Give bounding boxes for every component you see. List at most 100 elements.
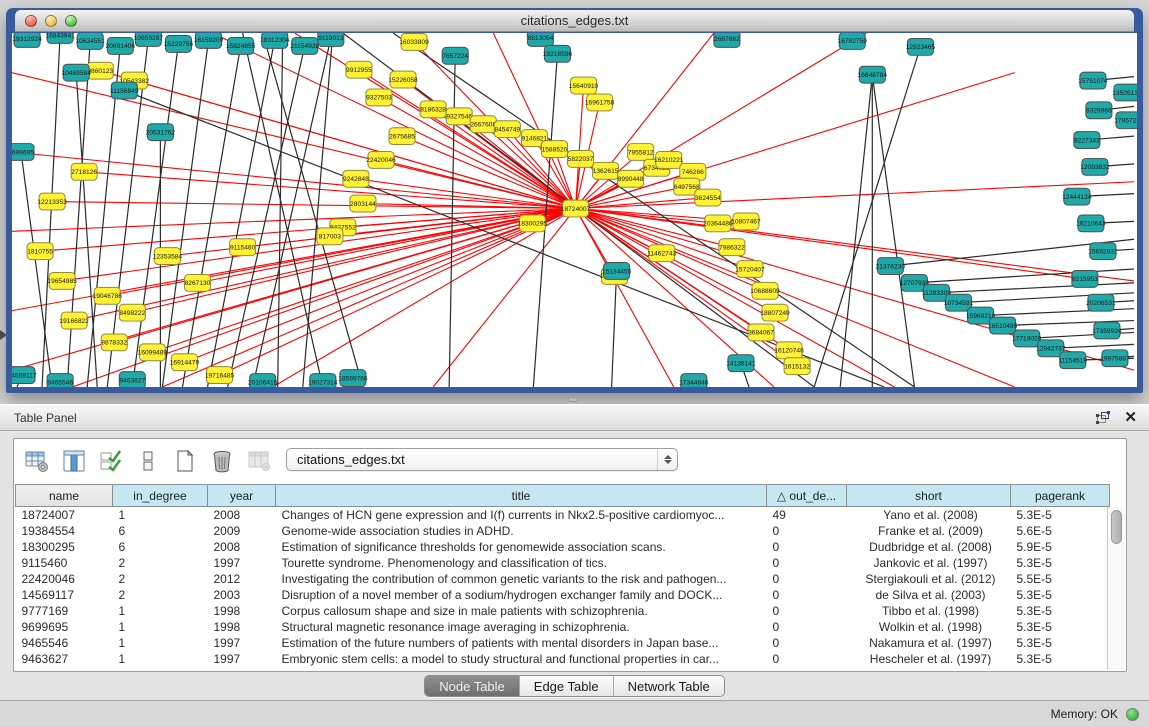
cell-short[interactable]: de Silva et al. (2003)	[847, 587, 1011, 603]
cell-out_degree[interactable]: 0	[767, 635, 847, 651]
cell-pagerank[interactable]: 5.6E-5	[1011, 523, 1110, 539]
cell-name[interactable]: 19384554	[16, 523, 113, 539]
network-node[interactable]: 1588520	[541, 141, 567, 158]
cell-in_degree[interactable]: 1	[113, 635, 208, 651]
cell-title[interactable]: Structural magnetic resonance image aver…	[276, 619, 767, 635]
network-node[interactable]: 9463627	[119, 372, 145, 387]
cell-in_degree[interactable]: 2	[113, 555, 208, 571]
network-node[interactable]: 21376230	[876, 258, 906, 275]
column-header-pagerank[interactable]: pagerank	[1011, 485, 1110, 507]
cell-name[interactable]: 9777169	[16, 603, 113, 619]
cell-title[interactable]: Embryonic stem cells: a model to study s…	[276, 651, 767, 667]
cell-name[interactable]: 9465546	[16, 635, 113, 651]
table-row[interactable]: 946362711997Embryonic stem cells: a mode…	[16, 651, 1110, 667]
network-node[interactable]: 7955812	[628, 144, 654, 161]
network-node[interactable]: 19166822	[59, 312, 89, 329]
table-row[interactable]: 1872400712008Changes of HCN gene express…	[16, 507, 1110, 523]
cell-short[interactable]: Dudbridge et al. (2008)	[847, 539, 1011, 555]
cell-short[interactable]: Jankovic et al. (1997)	[847, 555, 1011, 571]
cell-pagerank[interactable]: 5.5E-5	[1011, 571, 1110, 587]
network-node[interactable]: 3684067	[748, 324, 774, 341]
cell-in_degree[interactable]: 2	[113, 571, 208, 587]
tab-node-table[interactable]: Node Table	[425, 676, 519, 696]
table-row[interactable]: 946554611997Estimation of the future num…	[16, 635, 1110, 651]
cell-name[interactable]: 18300295	[16, 539, 113, 555]
cell-year[interactable]: 1997	[208, 651, 276, 667]
float-panel-icon[interactable]	[1096, 411, 1110, 424]
column-header-out_degree[interactable]: △ out_de...	[767, 485, 847, 507]
cell-in_degree[interactable]: 6	[113, 523, 208, 539]
network-node[interactable]: 10469584	[61, 64, 91, 81]
cell-out_degree[interactable]: 0	[767, 539, 847, 555]
network-node[interactable]: 16843941	[45, 33, 75, 43]
cell-pagerank[interactable]: 5.3E-5	[1011, 507, 1110, 523]
network-node[interactable]: 14569117	[12, 367, 37, 384]
cell-title[interactable]: Estimation of significance thresholds fo…	[276, 539, 767, 555]
cell-title[interactable]: Changes of HCN gene expression and I(f) …	[276, 507, 767, 523]
cell-pagerank[interactable]: 5.3E-5	[1011, 587, 1110, 603]
cell-name[interactable]: 9699695	[16, 619, 113, 635]
cell-in_degree[interactable]: 1	[113, 603, 208, 619]
cell-year[interactable]: 2008	[208, 539, 276, 555]
network-node[interactable]: 16099489	[138, 344, 168, 361]
network-node[interactable]: 11154519	[1059, 352, 1088, 369]
network-node[interactable]: 19312924	[12, 33, 42, 47]
cell-pagerank[interactable]: 5.3E-5	[1011, 555, 1110, 571]
network-node[interactable]: 16510495	[988, 317, 1018, 334]
network-node[interactable]: 1362615	[593, 162, 619, 179]
cell-out_degree[interactable]: 0	[767, 555, 847, 571]
network-node[interactable]: 8215953	[1072, 270, 1098, 287]
panel-collapse-arrow-icon[interactable]	[0, 330, 7, 340]
cell-title[interactable]: Corpus callosum shape and size in male p…	[276, 603, 767, 619]
network-node[interactable]: 9699695	[12, 144, 34, 161]
delete-column-trash-icon[interactable]	[209, 447, 235, 475]
cell-short[interactable]: Hescheler et al. (1997)	[847, 651, 1011, 667]
network-node[interactable]: 14136141	[726, 355, 756, 372]
cell-title[interactable]: Genome-wide association studies in ADHD.	[276, 523, 767, 539]
cell-pagerank[interactable]: 5.3E-5	[1011, 603, 1110, 619]
network-node[interactable]: 8813054	[527, 33, 553, 46]
scrollbar-thumb[interactable]	[1111, 510, 1122, 544]
network-node[interactable]: 15824855	[226, 37, 256, 54]
show-columns-icon[interactable]	[61, 447, 87, 475]
network-node[interactable]: 15226058	[388, 71, 418, 88]
cell-out_degree[interactable]: 0	[767, 619, 847, 635]
network-node[interactable]: 2803144	[350, 195, 376, 212]
cell-year[interactable]: 2008	[208, 507, 276, 523]
network-node[interactable]: 19027314	[308, 374, 338, 387]
network-node[interactable]: 19975887	[1100, 350, 1130, 367]
cell-out_degree[interactable]: 0	[767, 571, 847, 587]
network-node[interactable]: 15751074	[1078, 72, 1108, 89]
network-node[interactable]: 10634551	[75, 33, 105, 49]
cell-title[interactable]: Tourette syndrome. Phenomenology and cla…	[276, 555, 767, 571]
network-node[interactable]: 11462743	[647, 245, 676, 262]
cell-name[interactable]: 14569117	[16, 587, 113, 603]
network-node[interactable]: 7986322	[719, 239, 745, 256]
network-node[interactable]: 12213353	[37, 193, 67, 210]
cell-out_degree[interactable]: 0	[767, 651, 847, 667]
cell-pagerank[interactable]: 5.3E-5	[1011, 651, 1110, 667]
network-node[interactable]: 9860123	[87, 62, 113, 79]
network-node[interactable]: 16120746	[774, 342, 804, 359]
network-node[interactable]: 8186328	[420, 101, 446, 118]
network-node[interactable]: 18312304	[260, 33, 290, 48]
network-node[interactable]: 15692931	[1088, 243, 1118, 260]
network-node[interactable]: 20206531	[1086, 294, 1116, 311]
network-node[interactable]: 7857224	[442, 47, 468, 64]
network-node[interactable]: 12353584	[153, 248, 183, 265]
network-node[interactable]: 2718126	[71, 163, 97, 180]
cell-short[interactable]: Stergiakouli et al. (2012)	[847, 571, 1011, 587]
column-header-in_degree[interactable]: in_degree	[113, 485, 208, 507]
network-node[interactable]: 11156849	[110, 82, 139, 99]
table-row[interactable]: 2242004622012Investigating the contribut…	[16, 571, 1110, 587]
network-node[interactable]: 16159209	[194, 33, 224, 48]
cell-title[interactable]: Investigating the contribution of common…	[276, 571, 767, 587]
column-header-title[interactable]: title	[276, 485, 767, 507]
cell-year[interactable]: 2003	[208, 587, 276, 603]
table-row[interactable]: 969969511998Structural magnetic resonanc…	[16, 619, 1110, 635]
network-node[interactable]: 17359924	[1092, 322, 1122, 339]
row-options-icon[interactable]	[135, 447, 161, 475]
cell-in_degree[interactable]: 6	[113, 539, 208, 555]
network-node[interactable]: 20531762	[146, 124, 176, 141]
network-node[interactable]: 18807249	[760, 304, 790, 321]
